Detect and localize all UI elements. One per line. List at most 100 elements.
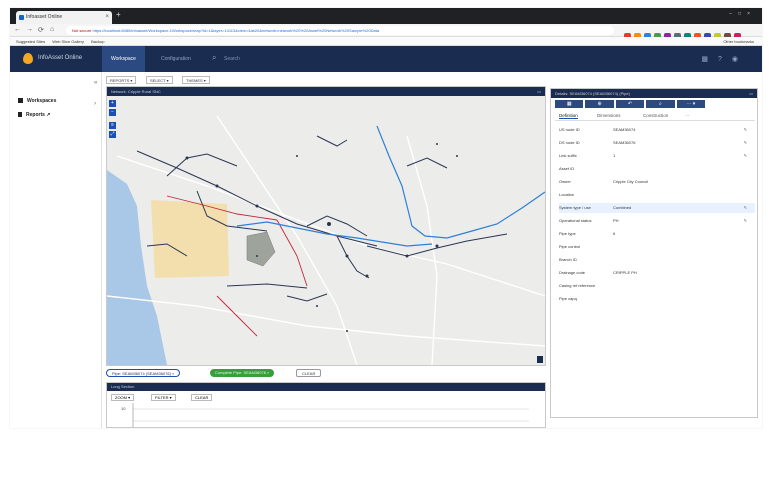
external-link-icon: ↗ — [46, 112, 51, 118]
tab-dimensions[interactable]: Dimensions — [597, 113, 621, 118]
selection-bar: Pipe: SEAM36074 (SEAM36076) × Complete P… — [106, 369, 546, 378]
map-panel: Network: Cripple Rural SNC ▭ + − ≡ ⤢ — [106, 86, 546, 366]
field-label: Link suffix — [559, 153, 577, 158]
sidebar: « Workspaces › Reports ↗ — [10, 72, 102, 428]
locate-button[interactable]: ⊕ — [585, 100, 614, 108]
selection-chip[interactable]: Complete Pipe: SEAM36076 × — [210, 369, 275, 377]
sidebar-item-workspaces[interactable]: Workspaces — [18, 98, 56, 104]
field-label: Pipe type — [559, 231, 576, 236]
address-bar-row: ← → ⟳ ⌂ Not secure https://localhost:808… — [10, 24, 762, 40]
field-value: Cripple City Council — [613, 179, 649, 184]
map-panel-title: Network: Cripple Rural SNC — [111, 89, 161, 94]
field-label: System type / use — [559, 205, 591, 210]
more-actions-button[interactable]: ⋯ ▾ — [676, 100, 706, 108]
fullscreen-icon[interactable]: ⤢ — [109, 131, 116, 138]
tab-workspace[interactable]: Workspace — [102, 46, 145, 72]
field-label: Pipe control — [559, 244, 581, 249]
url-input[interactable]: Not secure https://localhost:8080/infoas… — [66, 26, 614, 35]
map-canvas[interactable]: + − ≡ ⤢ — [107, 96, 545, 365]
detail-row[interactable]: Drainage code CRIPPLE PH — [559, 268, 755, 278]
header-icons[interactable]: ▦?◉ — [701, 55, 748, 63]
detail-row[interactable]: DS node ID SEAM36076 ✎ — [559, 138, 755, 148]
field-value: 6 — [613, 231, 616, 236]
network-map[interactable] — [107, 96, 545, 365]
field-value: CRIPPLE PH — [613, 270, 637, 275]
bookmark-item[interactable]: Suggested Sites — [16, 39, 45, 44]
window-controls[interactable]: –□× — [729, 11, 756, 17]
long-section-chart[interactable]: 10 — [119, 403, 539, 427]
detail-row[interactable]: Asset ID — [559, 164, 755, 174]
search-input[interactable]: Search — [224, 56, 240, 62]
detail-row[interactable]: Pipe capq — [559, 294, 755, 304]
map-panel-header: Network: Cripple Rural SNC ▭ — [107, 87, 545, 96]
detail-row[interactable]: US node ID SEAM36074 ✎ — [559, 125, 755, 135]
reports-dropdown[interactable]: REPORTS ▾ — [106, 76, 137, 84]
sidebar-item-reports[interactable]: Reports ↗ — [18, 112, 51, 118]
map-info-icon[interactable] — [537, 356, 543, 363]
tab-title: Infoasset Online — [26, 14, 63, 20]
reload-icon[interactable]: ⟳ — [38, 26, 44, 34]
favicon-icon — [19, 15, 24, 20]
clear-button[interactable]: CLEAR — [191, 394, 213, 401]
field-label: Pipe capq — [559, 296, 577, 301]
chevron-right-icon[interactable]: › — [94, 101, 96, 107]
clear-selection-button[interactable]: CLEAR — [296, 369, 322, 377]
collapse-sidebar-icon[interactable]: « — [94, 80, 97, 86]
zoom-dropdown[interactable]: ZOOM ▾ — [111, 394, 135, 401]
edit-icon[interactable]: ✎ — [744, 125, 747, 135]
zoom-out-button[interactable]: − — [109, 109, 116, 116]
themes-dropdown[interactable]: THEMES ▾ — [182, 76, 210, 84]
grid-icon — [18, 98, 23, 104]
layers-icon[interactable]: ≡ — [109, 122, 116, 129]
detail-row[interactable]: System type / use Combined ✎ — [559, 203, 755, 213]
bookmark-item[interactable]: Backup — [91, 39, 104, 44]
close-tab-icon[interactable]: × — [105, 11, 109, 24]
edit-icon[interactable]: ✎ — [744, 203, 747, 213]
land-parcel — [151, 200, 229, 278]
table-view-button[interactable]: ▦ — [555, 100, 584, 108]
tab-configuration[interactable]: Configuration — [152, 46, 200, 72]
detail-row[interactable]: Location — [559, 190, 755, 200]
minimize-icon[interactable]: ▭ — [537, 87, 541, 96]
detail-row[interactable]: Link suffix 1 ✎ — [559, 151, 755, 161]
tab-definition[interactable]: Definition — [559, 113, 578, 119]
extension-icons[interactable] — [624, 27, 754, 40]
detail-row[interactable]: Branch ID — [559, 255, 755, 265]
edit-icon[interactable]: ✎ — [744, 138, 747, 148]
search-icon[interactable]: ⌕ — [212, 53, 216, 63]
bookmark-item[interactable]: Web Slice Gallery — [52, 39, 84, 44]
back-icon[interactable]: ← — [14, 26, 21, 33]
home-icon[interactable]: ⌂ — [50, 26, 54, 33]
infoasset-logo-icon — [23, 53, 33, 64]
search-button[interactable]: ⌕ — [646, 100, 675, 108]
edit-icon[interactable]: ✎ — [744, 216, 747, 226]
forward-icon[interactable]: → — [26, 26, 33, 33]
selection-chip[interactable]: Pipe: SEAM36074 (SEAM36076) × — [106, 369, 181, 377]
field-value: PH — [613, 218, 619, 223]
detail-row[interactable]: Pipe control — [559, 242, 755, 252]
new-tab-icon[interactable]: + — [116, 10, 121, 19]
app-title: InfoAsset Online — [38, 55, 83, 61]
detail-row[interactable]: Operational status PH ✎ — [559, 216, 755, 226]
detail-row[interactable]: Casing ref reference — [559, 281, 755, 291]
field-label: US node ID — [559, 127, 580, 132]
minimize-icon[interactable]: ▭ — [749, 89, 753, 98]
zoom-in-button[interactable]: + — [109, 100, 116, 107]
filter-dropdown[interactable]: FILTER ▾ — [151, 394, 176, 401]
detail-row[interactable]: Pipe type 6 — [559, 229, 755, 239]
field-label: Location — [559, 192, 575, 197]
field-label: Operational status — [559, 218, 592, 223]
detail-row[interactable]: Owner Cripple City Council — [559, 177, 755, 187]
other-bookmarks[interactable]: Other bookmarks — [723, 37, 754, 46]
tab-construction[interactable]: Construction — [643, 113, 668, 118]
field-label: Drainage code — [559, 270, 586, 275]
tab-more[interactable]: ··· — [685, 113, 690, 118]
long-section-title: Long Section — [107, 383, 545, 391]
details-panel: Details: SEAM36074 (SEAM36074) (Pipe) ▭ … — [550, 88, 758, 418]
browser-tab[interactable]: Infoasset Online × — [16, 11, 112, 24]
field-label: Branch ID — [559, 257, 577, 262]
edit-icon[interactable]: ✎ — [744, 151, 747, 161]
undo-button[interactable]: ↶ — [615, 100, 645, 108]
select-dropdown[interactable]: SELECT ▾ — [146, 76, 173, 84]
details-header: Details: SEAM36074 (SEAM36074) (Pipe) ▭ — [551, 89, 757, 98]
